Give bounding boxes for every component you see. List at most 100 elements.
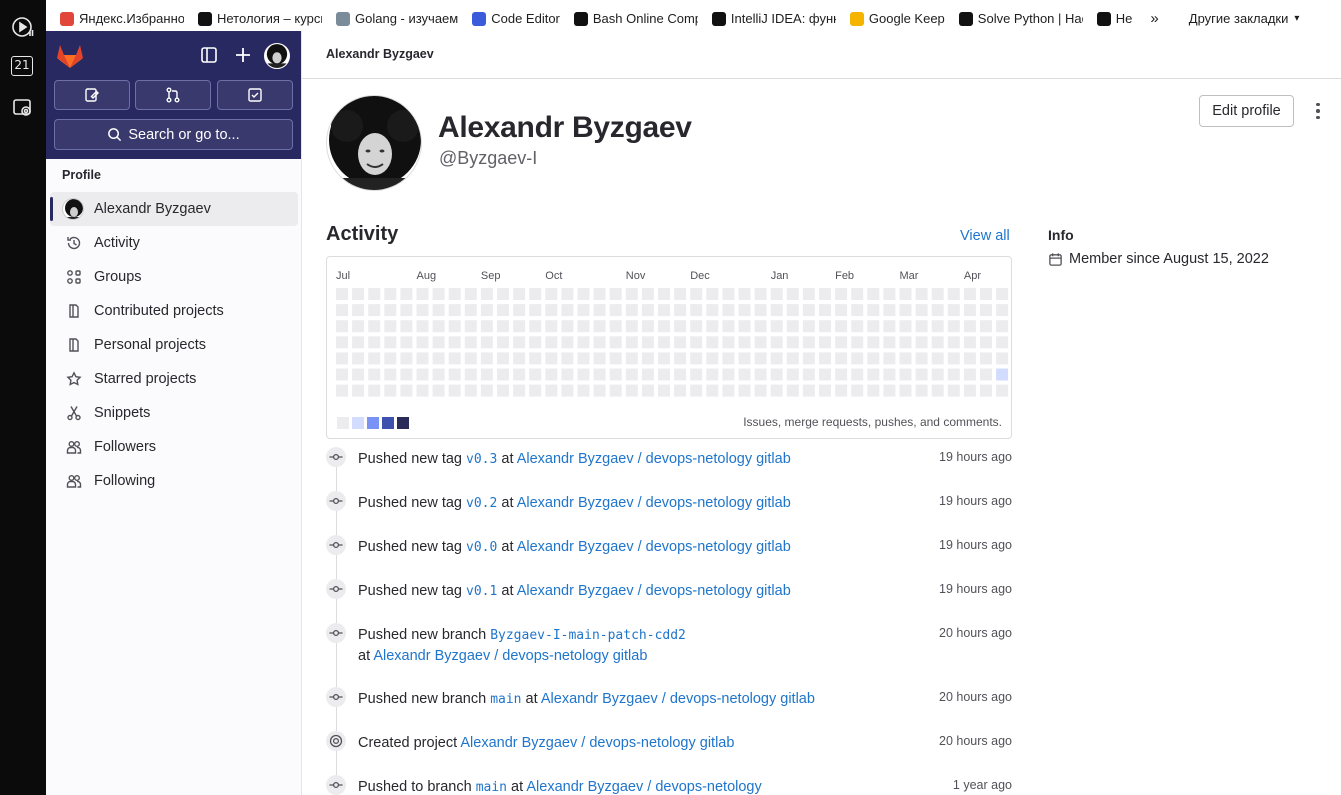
calendar-day-cell[interactable] bbox=[786, 288, 799, 300]
calendar-day-cell[interactable] bbox=[883, 384, 896, 397]
calendar-day-cell[interactable] bbox=[625, 320, 638, 333]
calendar-day-cell[interactable] bbox=[577, 320, 590, 333]
calendar-day-cell[interactable] bbox=[674, 304, 687, 317]
calendar-day-cell[interactable] bbox=[577, 304, 590, 317]
calendar-day-cell[interactable] bbox=[802, 304, 815, 317]
calendar-day-cell[interactable] bbox=[851, 304, 864, 317]
calendar-day-cell[interactable] bbox=[432, 288, 445, 300]
calendar-day-cell[interactable] bbox=[835, 336, 848, 349]
calendar-day-cell[interactable] bbox=[529, 384, 542, 397]
calendar-day-cell[interactable] bbox=[529, 304, 542, 317]
calendar-day-cell[interactable] bbox=[545, 368, 558, 381]
calendar-day-cell[interactable] bbox=[400, 304, 413, 317]
calendar-day-cell[interactable] bbox=[802, 368, 815, 381]
calendar-day-cell[interactable] bbox=[786, 336, 799, 349]
calendar-day-cell[interactable] bbox=[529, 336, 542, 349]
calendar-day-cell[interactable] bbox=[464, 368, 477, 381]
calendar-day-cell[interactable] bbox=[609, 336, 622, 349]
calendar-day-cell[interactable] bbox=[593, 288, 606, 300]
calendar-day-cell[interactable] bbox=[658, 352, 670, 365]
calendar-day-cell[interactable] bbox=[674, 320, 687, 333]
calendar-day-cell[interactable] bbox=[802, 384, 815, 397]
calendar-day-cell[interactable] bbox=[996, 304, 1009, 317]
calendar-day-cell[interactable] bbox=[931, 288, 944, 300]
calendar-day-cell[interactable] bbox=[915, 320, 928, 333]
calendar-day-cell[interactable] bbox=[497, 368, 509, 381]
calendar-day-cell[interactable] bbox=[400, 288, 413, 300]
calendar-day-cell[interactable] bbox=[336, 352, 348, 365]
view-all-link[interactable]: View all bbox=[960, 228, 1010, 244]
sidebar-toggle-icon[interactable] bbox=[199, 45, 219, 65]
calendar-day-cell[interactable] bbox=[722, 304, 735, 317]
calendar-day-cell[interactable] bbox=[867, 320, 880, 333]
calendar-day-cell[interactable] bbox=[690, 352, 703, 365]
calendar-day-cell[interactable] bbox=[384, 320, 397, 333]
calendar-day-cell[interactable] bbox=[448, 288, 461, 300]
calendar-day-cell[interactable] bbox=[480, 336, 493, 349]
calendar-day-cell[interactable] bbox=[497, 384, 509, 397]
other-bookmarks-button[interactable]: Другие закладки ▾ bbox=[1189, 11, 1300, 26]
calendar-day-cell[interactable] bbox=[754, 352, 767, 365]
calendar-day-cell[interactable] bbox=[915, 336, 928, 349]
bookmark-item[interactable]: Нетология – курсы bbox=[198, 11, 322, 26]
calendar-day-cell[interactable] bbox=[448, 384, 461, 397]
calendar-day-cell[interactable] bbox=[432, 384, 445, 397]
calendar-day-cell[interactable] bbox=[384, 336, 397, 349]
event-ref-link[interactable]: Byzgaev-I-main-patch-cdd2 bbox=[490, 628, 686, 643]
calendar-day-cell[interactable] bbox=[786, 352, 799, 365]
calendar-day-cell[interactable] bbox=[980, 384, 992, 397]
calendar-day-cell[interactable] bbox=[336, 304, 348, 317]
calendar-day-cell[interactable] bbox=[609, 320, 622, 333]
calendar-day-cell[interactable] bbox=[513, 352, 526, 365]
calendar-day-cell[interactable] bbox=[819, 320, 831, 333]
calendar-day-cell[interactable] bbox=[835, 288, 848, 300]
calendar-day-cell[interactable] bbox=[545, 304, 558, 317]
calendar-day-cell[interactable] bbox=[674, 384, 687, 397]
calendar-day-cell[interactable] bbox=[625, 288, 638, 300]
calendar-day-cell[interactable] bbox=[867, 368, 880, 381]
calendar-day-cell[interactable] bbox=[513, 304, 526, 317]
calendar-day-cell[interactable] bbox=[738, 384, 751, 397]
calendar-day-cell[interactable] bbox=[883, 304, 896, 317]
calendar-day-cell[interactable] bbox=[835, 320, 848, 333]
merge-requests-button[interactable] bbox=[135, 80, 211, 110]
calendar-day-cell[interactable] bbox=[931, 304, 944, 317]
calendar-day-cell[interactable] bbox=[658, 304, 670, 317]
calendar-day-cell[interactable] bbox=[899, 288, 912, 300]
calendar-day-cell[interactable] bbox=[464, 352, 477, 365]
calendar-day-cell[interactable] bbox=[947, 368, 960, 381]
calendar-day-cell[interactable] bbox=[802, 352, 815, 365]
calendar-day-cell[interactable] bbox=[609, 304, 622, 317]
sidebar-item-groups[interactable]: Groups bbox=[50, 260, 298, 294]
calendar-day-cell[interactable] bbox=[996, 288, 1009, 300]
calendar-day-cell[interactable] bbox=[448, 368, 461, 381]
calendar-day-cell[interactable] bbox=[545, 320, 558, 333]
bookmark-item[interactable]: Code Editor bbox=[472, 11, 560, 26]
calendar-day-cell[interactable] bbox=[352, 320, 365, 333]
calendar-day-cell[interactable] bbox=[641, 336, 654, 349]
calendar-day-cell[interactable] bbox=[625, 384, 638, 397]
calendar-day-cell[interactable] bbox=[464, 288, 477, 300]
calendar-day-cell[interactable] bbox=[480, 288, 493, 300]
sidebar-item-user[interactable]: Alexandr Byzgaev bbox=[50, 192, 298, 226]
calendar-day-cell[interactable] bbox=[706, 288, 719, 300]
calendar-day-cell[interactable] bbox=[448, 336, 461, 349]
calendar-day-cell[interactable] bbox=[754, 384, 767, 397]
calendar-day-cell[interactable] bbox=[641, 320, 654, 333]
calendar-day-cell[interactable] bbox=[980, 368, 992, 381]
calendar-day-cell[interactable] bbox=[706, 304, 719, 317]
event-project-link[interactable]: Alexandr Byzgaev / devops-netology gitla… bbox=[541, 691, 815, 707]
calendar-day-cell[interactable] bbox=[674, 352, 687, 365]
event-ref-link[interactable]: main bbox=[476, 780, 507, 795]
calendar-day-cell[interactable] bbox=[674, 336, 687, 349]
calendar-day-cell[interactable] bbox=[706, 384, 719, 397]
calendar-day-cell[interactable] bbox=[835, 384, 848, 397]
event-ref-link[interactable]: main bbox=[490, 692, 521, 707]
calendar-day-cell[interactable] bbox=[867, 352, 880, 365]
calendar-day-cell[interactable] bbox=[722, 384, 735, 397]
calendar-day-cell[interactable] bbox=[593, 384, 606, 397]
media-player-icon[interactable] bbox=[11, 15, 35, 39]
calendar-day-cell[interactable] bbox=[625, 368, 638, 381]
calendar-day-cell[interactable] bbox=[577, 336, 590, 349]
calendar-day-cell[interactable] bbox=[400, 352, 413, 365]
